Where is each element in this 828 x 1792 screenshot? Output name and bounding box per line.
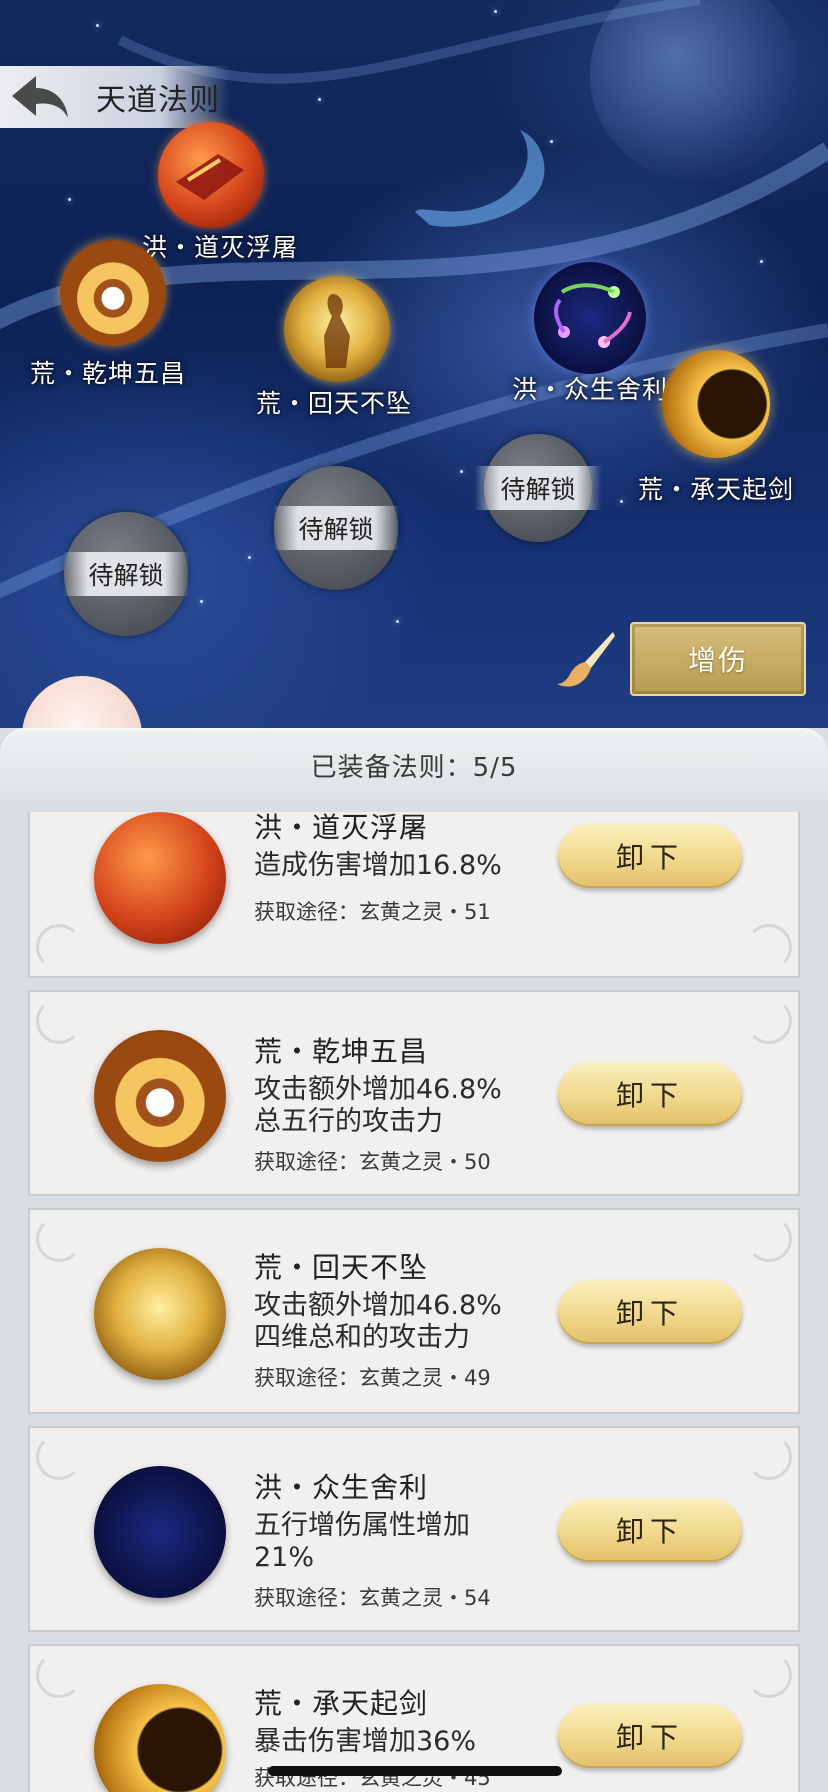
- law-node-chengtian[interactable]: [662, 350, 770, 458]
- cosmic-comets-orb-icon: [94, 1466, 226, 1598]
- golden-crescent-orb-icon: [94, 1684, 226, 1792]
- golden-figure-orb-icon: [94, 1248, 226, 1380]
- law-name: 洪・众生舍利: [254, 1471, 429, 1504]
- corner-ornament: [746, 998, 792, 1044]
- corner-ornament: [746, 1434, 792, 1480]
- law-effect: 攻击额外增加46.8%总五行的攻击力: [254, 1074, 502, 1137]
- locked-law-node[interactable]: 待解锁: [62, 512, 190, 636]
- locked-law-node[interactable]: 待解锁: [474, 434, 602, 542]
- law-node-daomie[interactable]: [158, 122, 264, 228]
- corner-ornament: [746, 1652, 792, 1698]
- unequip-button[interactable]: 卸下: [558, 1498, 742, 1562]
- red-sword-orb-icon: [176, 154, 244, 200]
- law-card: 洪・众生舍利 五行增伤属性增加21% 获取途径：玄黄之灵・54 卸下: [28, 1426, 800, 1632]
- law-node-huitian[interactable]: [284, 276, 390, 382]
- corner-ornament: [36, 1434, 82, 1480]
- cosmic-comets-orb-icon: [553, 283, 632, 348]
- locked-label: 待解锁: [474, 466, 602, 510]
- equipped-law-list[interactable]: 洪・道灭浮屠 造成伤害增加16.8% 获取途径：玄黄之灵・51 卸下 荒・乾坤五…: [0, 812, 828, 1792]
- home-indicator[interactable]: [268, 1766, 562, 1776]
- corner-ornament: [36, 1216, 82, 1262]
- unequip-button[interactable]: 卸下: [558, 1062, 742, 1126]
- law-name: 洪・道灭浮屠: [254, 812, 429, 844]
- panel-header: 已装备法则：5/5: [0, 728, 828, 800]
- law-name: 荒・乾坤五昌: [254, 1035, 429, 1068]
- locked-law-node[interactable]: 待解锁: [272, 466, 400, 590]
- law-effect: 暴击伤害增加36%: [254, 1726, 477, 1757]
- red-sword-orb-icon: [94, 812, 226, 944]
- law-node-label: 荒・承天起剑: [638, 475, 795, 504]
- law-name: 荒・回天不坠: [254, 1251, 429, 1284]
- law-node-label: 荒・乾坤五昌: [30, 359, 187, 388]
- law-source: 获取途径：玄黄之灵・49: [254, 1366, 491, 1390]
- corner-ornament: [36, 924, 82, 970]
- law-node-qiankun[interactable]: [60, 240, 166, 346]
- law-source: 获取途径：玄黄之灵・54: [254, 1586, 491, 1610]
- equipped-count: 已装备法则：5/5: [310, 752, 518, 783]
- law-map-background: 天道法则 洪・道灭浮屠 荒・乾坤五昌 荒・回天不坠 洪・众生舍利 荒・承天起剑 …: [0, 0, 828, 760]
- golden-figure-orb-icon: [324, 294, 350, 368]
- unequip-button[interactable]: 卸下: [558, 1704, 742, 1768]
- law-name: 荒・承天起剑: [254, 1687, 429, 1720]
- law-node-label: 洪・众生舍利: [512, 375, 669, 404]
- back-arrow-icon[interactable]: [8, 70, 72, 124]
- law-node-zhongsheng[interactable]: [534, 262, 646, 374]
- corner-ornament: [36, 998, 82, 1044]
- golden-eye-orb-icon: [94, 1030, 226, 1162]
- page-title: 天道法则: [96, 83, 220, 118]
- equipped-laws-panel: 已装备法则：5/5 洪・道灭浮屠 造成伤害增加16.8% 获取途径：玄黄之灵・5…: [0, 728, 828, 1792]
- law-node-label: 洪・道灭浮屠: [142, 233, 299, 262]
- law-card: 荒・回天不坠 攻击额外增加46.8%四维总和的攻击力 获取途径：玄黄之灵・49 …: [28, 1208, 800, 1414]
- law-effect: 五行增伤属性增加21%: [254, 1510, 470, 1573]
- law-source: 获取途径：玄黄之灵・51: [254, 900, 491, 924]
- paintbrush-icon[interactable]: [555, 628, 617, 690]
- corner-ornament: [746, 1216, 792, 1262]
- law-node-label: 荒・回天不坠: [256, 389, 413, 418]
- law-effect: 造成伤害增加16.8%: [254, 850, 502, 881]
- law-card: 洪・道灭浮屠 造成伤害增加16.8% 获取途径：玄黄之灵・51 卸下: [28, 812, 800, 978]
- damage-boost-button[interactable]: 增伤: [630, 622, 806, 696]
- unequip-button[interactable]: 卸下: [558, 1280, 742, 1344]
- law-source: 获取途径：玄黄之灵・50: [254, 1150, 491, 1174]
- header-bar: 天道法则: [0, 66, 230, 128]
- locked-label: 待解锁: [62, 552, 190, 596]
- law-effect: 攻击额外增加46.8%四维总和的攻击力: [254, 1290, 502, 1353]
- corner-ornament: [746, 924, 792, 970]
- law-card: 荒・乾坤五昌 攻击额外增加46.8%总五行的攻击力 获取途径：玄黄之灵・50 卸…: [28, 990, 800, 1196]
- locked-label: 待解锁: [272, 506, 400, 550]
- corner-ornament: [36, 1652, 82, 1698]
- unequip-button[interactable]: 卸下: [558, 824, 742, 888]
